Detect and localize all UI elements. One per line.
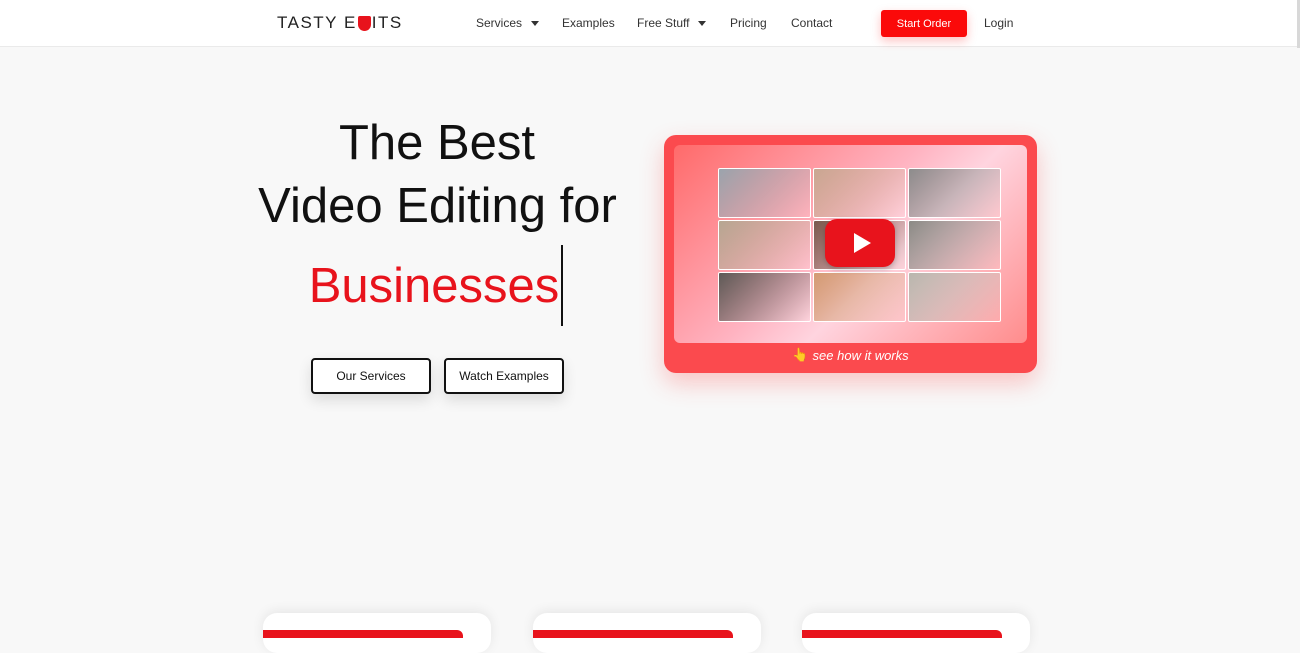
video-thumbnail bbox=[813, 272, 906, 322]
nav-contact-label: Contact bbox=[791, 16, 833, 30]
navbar: TASTY E ITS Services Examples Free Stuff… bbox=[0, 0, 1300, 47]
nav-free-stuff[interactable]: Free Stuff bbox=[637, 16, 707, 30]
our-services-button[interactable]: Our Services bbox=[311, 358, 431, 394]
video-preview[interactable] bbox=[674, 145, 1027, 343]
video-thumbnail bbox=[908, 168, 1001, 218]
video-thumbnail bbox=[908, 220, 1001, 270]
video-card[interactable]: 👆 see how it works bbox=[664, 135, 1037, 373]
nav-pricing[interactable]: Pricing bbox=[730, 16, 767, 30]
caret-down-icon bbox=[531, 20, 540, 26]
feature-card bbox=[802, 613, 1030, 653]
typing-cursor bbox=[561, 245, 563, 326]
video-thumbnail bbox=[718, 272, 811, 322]
shield-logo-icon bbox=[357, 15, 371, 31]
feature-card-header bbox=[802, 630, 1002, 638]
video-thumbnail bbox=[718, 220, 811, 270]
caret-down-icon bbox=[698, 20, 707, 26]
play-icon bbox=[853, 233, 871, 253]
pointing-hand-icon: 👆 bbox=[792, 347, 809, 362]
hero-accent-word: Businesses bbox=[308, 259, 560, 313]
brand-logo[interactable]: TASTY E ITS bbox=[277, 13, 403, 33]
watch-examples-button[interactable]: Watch Examples bbox=[444, 358, 564, 394]
video-thumbnail bbox=[718, 168, 811, 218]
video-caption[interactable]: 👆 see how it works bbox=[664, 347, 1037, 363]
feature-card-header bbox=[533, 630, 733, 638]
brand-name-right: ITS bbox=[371, 13, 403, 32]
login-link[interactable]: Login bbox=[984, 16, 1013, 30]
play-button[interactable] bbox=[825, 219, 895, 267]
feature-card bbox=[263, 613, 491, 653]
start-order-button[interactable]: Start Order bbox=[881, 10, 967, 37]
nav-pricing-label: Pricing bbox=[730, 16, 767, 30]
hero-title-line1: The Best bbox=[338, 116, 536, 170]
nav-services-label: Services bbox=[476, 16, 523, 30]
video-thumbnail bbox=[908, 272, 1001, 322]
hero-title-line2: Video Editing for bbox=[258, 179, 617, 233]
nav-free-stuff-label: Free Stuff bbox=[637, 16, 690, 30]
video-caption-text: see how it works bbox=[812, 347, 909, 363]
nav-examples[interactable]: Examples bbox=[562, 16, 615, 30]
brand-name-left: TASTY E bbox=[277, 13, 357, 32]
video-thumbnail bbox=[813, 168, 906, 218]
nav-services[interactable]: Services bbox=[476, 16, 540, 30]
nav-examples-label: Examples bbox=[562, 16, 615, 30]
nav-contact[interactable]: Contact bbox=[791, 16, 832, 30]
feature-card-header bbox=[263, 630, 463, 638]
feature-card bbox=[533, 613, 761, 653]
